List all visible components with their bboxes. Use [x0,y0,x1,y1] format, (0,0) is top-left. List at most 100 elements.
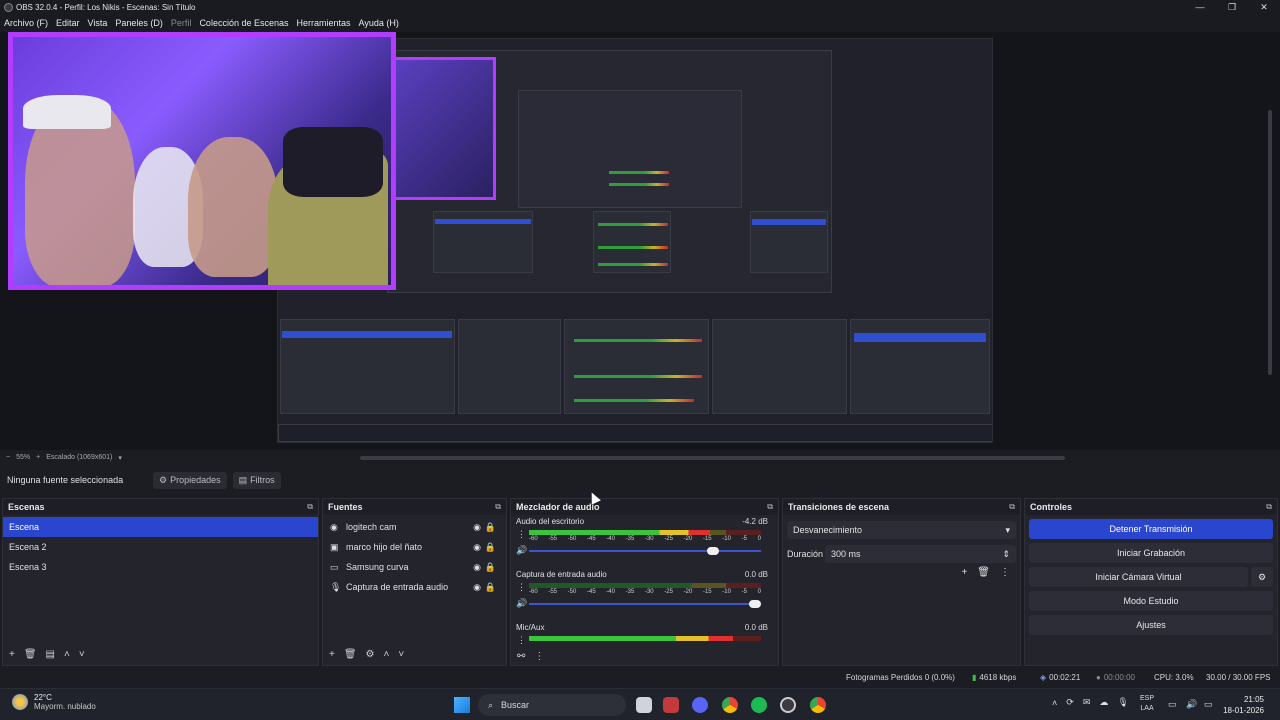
start-virtual-camera-button[interactable]: Iniciar Cámara Virtual [1029,567,1248,587]
menu-archivo[interactable]: Archivo (F) [0,15,52,32]
title-bar: OBS 32.0.4 - Perfil: Los Nikis - Escenas… [0,0,1280,15]
menu-coleccion-escenas[interactable]: Colección de Escenas [195,15,292,32]
eye-icon[interactable]: ◉ [473,562,481,573]
weather-widget[interactable]: 22°C Mayorm. nublado [12,693,96,711]
no-source-label: Ninguna fuente seleccionada [7,475,124,485]
gear-icon[interactable]: ⚙ [366,649,375,660]
trash-icon[interactable]: 🗑 [24,649,37,660]
undock-icon[interactable]: ⧉ [495,502,501,512]
menu-perfil[interactable]: Perfil [167,15,196,32]
chevron-down-icon[interactable]: ˅ [398,649,404,660]
stop-stream-button[interactable]: Detener Transmisión [1029,519,1273,539]
meter-tick-label: -35 [625,536,635,542]
sync-icon[interactable]: ⟳ [1066,697,1074,708]
nested-webcam-feed [392,57,496,200]
add-icon[interactable]: + [329,649,335,660]
taskbar-search[interactable]: ⌕ Buscar [478,694,626,716]
minimize-button[interactable]: — [1184,0,1216,15]
menu-vista[interactable]: Vista [84,15,112,32]
close-button[interactable]: ✕ [1248,0,1280,15]
chevron-up-icon[interactable]: ˄ [1052,698,1057,708]
volume-slider[interactable] [529,600,761,608]
undock-icon[interactable]: ⧉ [767,502,773,512]
settings-button[interactable]: Ajustes [1029,615,1273,635]
menu-editar[interactable]: Editar [52,15,84,32]
lock-icon[interactable]: 🔒 [485,522,496,533]
eye-icon[interactable]: ◉ [473,582,481,593]
scaling-label[interactable]: Escalado (1069x601) [46,454,112,461]
volume-slider-handle[interactable] [749,600,761,608]
obs-icon[interactable] [780,697,796,713]
maximize-button[interactable]: ❐ [1216,0,1248,15]
lock-icon[interactable]: 🔒 [485,582,496,593]
windows-start-icon[interactable] [454,697,470,713]
obs-logo-icon [4,3,13,12]
virtual-camera-settings-icon[interactable]: ⚙ [1251,567,1273,587]
channel-options-icon[interactable]: ⋮ [517,529,526,540]
volume-icon[interactable]: 🔊 [1186,699,1197,710]
trash-icon[interactable]: 🗑 [344,649,357,660]
add-icon[interactable]: + [961,567,967,578]
source-item[interactable]: ◉ logitech cam ◉ 🔒 [323,517,506,537]
channel-options-icon[interactable]: ⋮ [517,635,526,646]
chevron-up-icon[interactable]: ˄ [64,649,70,660]
chat-icon[interactable]: ✉ [1083,697,1091,708]
channel-db: -4.2 dB [742,517,768,526]
volume-slider-handle[interactable] [707,547,720,555]
undock-icon[interactable]: ⧉ [1009,502,1015,512]
capture-app-icon[interactable] [663,697,679,713]
network-icon[interactable]: ▭ [1168,699,1177,710]
filter-icon[interactable]: ▤ [46,649,55,660]
chrome-icon[interactable] [722,697,738,713]
undock-icon[interactable]: ⧉ [1266,502,1272,512]
source-item[interactable]: 🎙 Captura de entrada audio ◉ 🔒 [323,577,506,597]
input-language[interactable]: ESP LAA [1140,694,1154,714]
menu-ayuda[interactable]: Ayuda (H) [355,15,403,32]
scene-item[interactable]: Escena 3 [3,557,318,577]
battery-icon[interactable]: ▭ [1204,699,1213,710]
channel-options-icon[interactable]: ⋮ [517,582,526,593]
lock-icon[interactable]: 🔒 [485,542,496,553]
chrome-icon[interactable] [810,697,826,713]
start-recording-button[interactable]: Iniciar Grabación [1029,543,1273,563]
trash-icon[interactable]: 🗑 [977,567,990,578]
scene-item[interactable]: Escena 2 [3,537,318,557]
more-options-icon[interactable]: ⋮ [534,651,544,662]
chevron-down-icon[interactable]: ˅ [79,649,85,660]
zoom-out-button[interactable]: − [6,454,10,461]
undock-icon[interactable]: ⧉ [307,502,313,512]
preview-vertical-scrollbar[interactable] [1268,110,1272,375]
duration-spinbox[interactable]: 300 ms ⇕ [825,545,1016,563]
broadcast-icon: ◈ [1040,673,1047,682]
chevron-up-icon[interactable]: ˄ [384,649,390,660]
discord-icon[interactable] [692,697,708,713]
source-item[interactable]: ▣ marco hijo del ñato ◉ 🔒 [323,537,506,557]
microphone-icon[interactable]: 🎙 [1117,697,1128,708]
zoom-in-button[interactable]: + [36,454,40,461]
cloud-icon[interactable]: ☁ [1099,697,1108,708]
speaker-icon[interactable]: 🔊 [516,545,527,556]
spotify-icon[interactable] [751,697,767,713]
eye-icon[interactable]: ◉ [473,542,481,553]
source-item[interactable]: ▭ Samsung curva ◉ 🔒 [323,557,506,577]
transition-select[interactable]: Desvanecimiento ▾ [787,521,1016,539]
menu-paneles[interactable]: Paneles (D) [111,15,167,32]
sources-title: Fuentes [328,502,363,512]
chevron-down-icon[interactable]: ▾ [118,454,122,462]
more-options-icon[interactable]: ⋮ [1000,567,1010,578]
link-icon[interactable]: ⚯ [517,651,525,662]
scene-item[interactable]: Escena [3,517,318,537]
volume-slider[interactable] [529,547,761,555]
menu-bar: Archivo (F) Editar Vista Paneles (D) Per… [0,15,1280,32]
speaker-icon[interactable]: 🔊 [516,598,527,609]
properties-button[interactable]: ⚙ Propiedades [153,471,227,489]
menu-herramientas[interactable]: Herramientas [293,15,355,32]
filters-button[interactable]: ▤ Filtros [232,471,281,489]
clock[interactable]: 21:05 18-01-2026 [1223,694,1264,716]
lock-icon[interactable]: 🔒 [485,562,496,573]
eye-icon[interactable]: ◉ [473,522,481,533]
spin-arrows-icon[interactable]: ⇕ [1002,549,1010,560]
task-view-icon[interactable] [636,697,652,713]
add-icon[interactable]: + [9,649,15,660]
studio-mode-button[interactable]: Modo Estudio [1029,591,1273,611]
